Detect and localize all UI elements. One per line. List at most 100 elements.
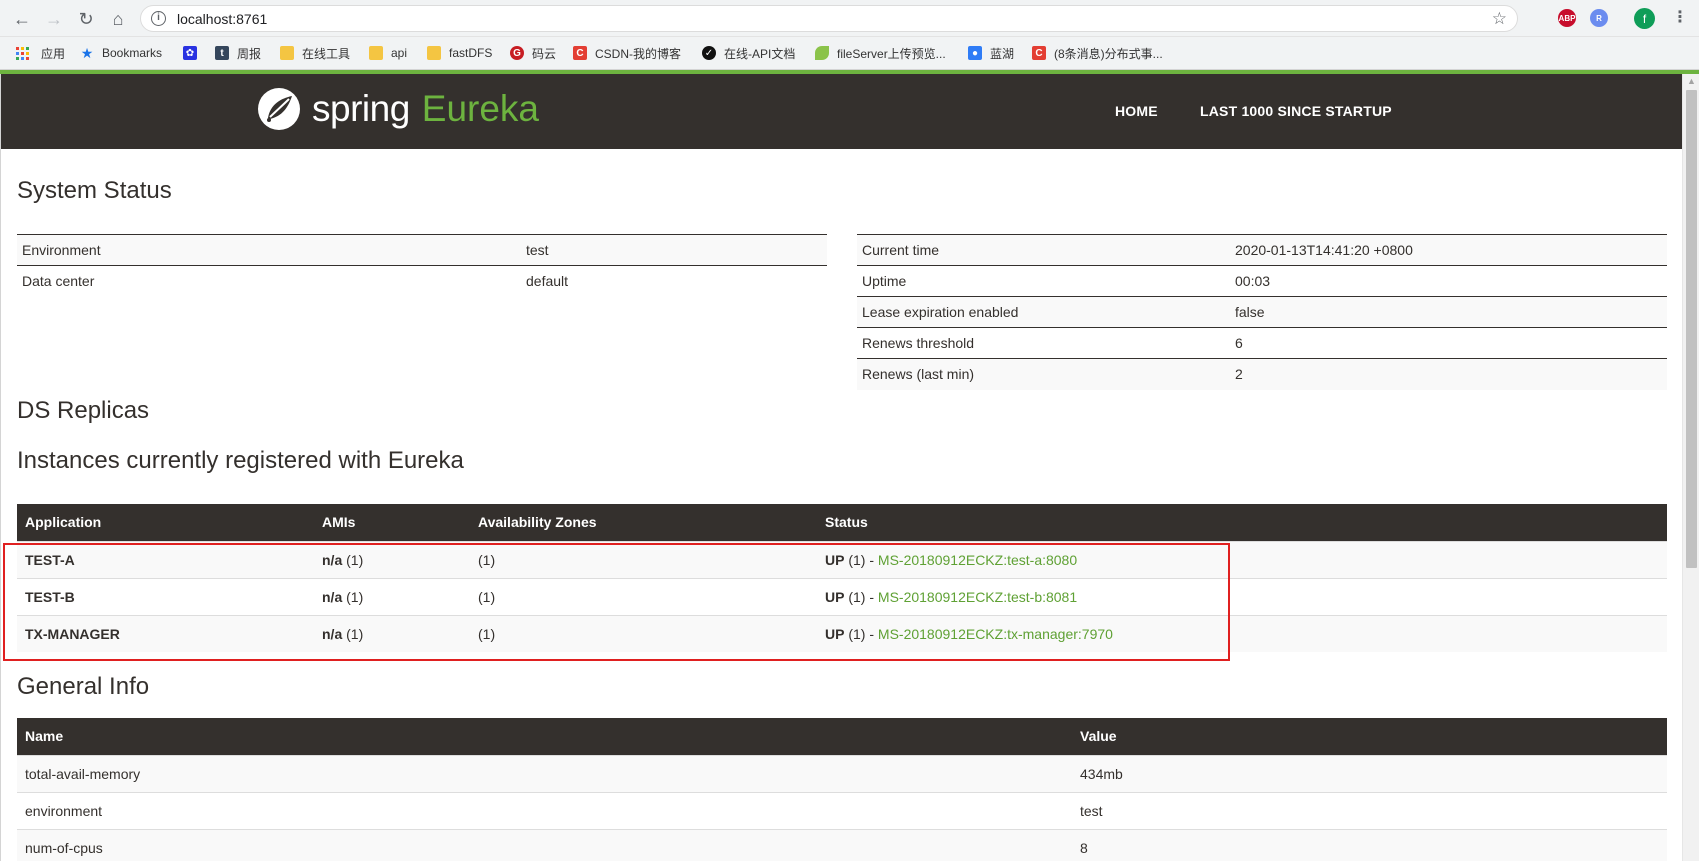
csdn-icon: C	[573, 46, 587, 60]
status-key: Lease expiration enabled	[857, 296, 1230, 328]
bookmark-label: (8条消息)分布式事...	[1054, 46, 1163, 61]
table-row: Data center default	[17, 265, 827, 297]
gitee-icon: G	[510, 46, 524, 60]
address-url[interactable]: localhost:8761	[177, 11, 267, 27]
scroll-up-arrow-icon[interactable]: ▲	[1687, 76, 1696, 86]
site-info-icon[interactable]: i	[151, 11, 166, 26]
profile-avatar[interactable]: f	[1634, 8, 1655, 29]
bookmark-csdn[interactable]: C CSDN-我的博客	[573, 44, 681, 62]
bookmark-fastdfs[interactable]: fastDFS	[427, 44, 492, 62]
csdn-icon: C	[1032, 46, 1046, 60]
spring-leaf-icon	[258, 88, 300, 130]
bookmark-label: 在线-API文档	[724, 46, 796, 61]
bookmark-csdn-distributed[interactable]: C (8条消息)分布式事...	[1032, 44, 1163, 62]
adblock-plus-icon[interactable]: ABP	[1558, 9, 1576, 27]
table-row: Lease expiration enabled false	[857, 296, 1667, 328]
general-info-title: General Info	[17, 673, 150, 700]
info-name: total-avail-memory	[17, 754, 1072, 792]
brand-spring: spring	[312, 88, 410, 129]
page-viewport: spring Eureka HOME LAST 1000 SINCE START…	[0, 74, 1682, 861]
table-row: Uptime 00:03	[857, 265, 1667, 297]
nav-home-link[interactable]: HOME	[1115, 103, 1158, 119]
folder-icon	[369, 46, 383, 60]
bookmark-online-tools[interactable]: 在线工具	[280, 44, 350, 62]
bookmark-lanhu[interactable]: ● 蓝湖	[968, 44, 1014, 62]
bookmark-label: 应用	[41, 46, 66, 61]
status-value: 2020-01-13T14:41:20 +0800	[1230, 234, 1667, 266]
bookmark-label: fastDFS	[449, 46, 493, 60]
bookmark-label: api	[391, 46, 408, 60]
home-icon[interactable]: ⌂	[106, 7, 130, 31]
info-name: num-of-cpus	[17, 828, 1072, 861]
reload-icon[interactable]: ↻	[74, 7, 98, 31]
bookmark-api-docs[interactable]: ✓ 在线-API文档	[702, 44, 795, 62]
info-name: environment	[17, 791, 1072, 829]
status-key: Environment	[17, 234, 521, 266]
browser-menu-icon[interactable]: ⋮	[1672, 7, 1688, 27]
system-status-left-table: Environment test Data center default	[17, 234, 827, 297]
brand-eureka: Eureka	[421, 88, 540, 129]
bookmark-label: Bookmarks	[102, 46, 163, 60]
bookmark-fileserver[interactable]: fileServer上传预览...	[815, 44, 946, 62]
column-header: Availability Zones	[470, 504, 817, 541]
column-header: Value	[1072, 718, 1667, 755]
bookmark-apps[interactable]: 应用	[16, 44, 65, 62]
column-header: Status	[817, 504, 1667, 541]
status-key: Renews threshold	[857, 327, 1230, 359]
page-scrollbar[interactable]: ▲	[1682, 74, 1699, 861]
api-doc-icon: ✓	[702, 46, 716, 60]
table-row: Renews threshold 6	[857, 327, 1667, 359]
bookmarks-bar: 应用 ★ Bookmarks ✿ t 周报 在线工具 api fastDFS G…	[0, 37, 1699, 70]
bookmark-label: 在线工具	[302, 46, 351, 61]
annotation-highlight-box	[3, 543, 1230, 661]
status-key: Renews (last min)	[857, 358, 1230, 390]
ds-replicas-title: DS Replicas	[17, 397, 150, 424]
bookmark-baidu[interactable]: ✿	[183, 44, 197, 62]
general-info-table: Name Value total-avail-memory 434mb envi…	[17, 718, 1667, 861]
apps-icon	[16, 46, 29, 60]
system-status-title: System Status	[17, 177, 172, 204]
bookmark-weekly[interactable]: t 周报	[215, 44, 261, 62]
folder-icon	[280, 46, 294, 60]
status-value: 2	[1230, 358, 1667, 390]
info-value: 434mb	[1072, 754, 1667, 792]
bookmark-label: 周报	[237, 46, 262, 61]
status-key: Data center	[17, 265, 521, 297]
nav-last-1000-link[interactable]: LAST 1000 SINCE STARTUP	[1200, 103, 1392, 119]
table-row: Renews (last min) 2	[857, 358, 1667, 390]
extension-r-icon[interactable]: R	[1590, 9, 1608, 27]
system-status-right-table: Current time 2020-01-13T14:41:20 +0800 U…	[857, 234, 1667, 390]
star-icon: ★	[80, 44, 94, 61]
table-header-row: Application AMIs Availability Zones Stat…	[17, 504, 1667, 541]
bookmark-api[interactable]: api	[369, 44, 407, 62]
spring-eureka-logo[interactable]: spring Eureka	[256, 85, 539, 133]
bookmark-star-icon[interactable]: ☆	[1492, 9, 1507, 29]
browser-toolbar: ← → ↻ ⌂ i localhost:8761 ☆ ABP R f ⋮	[0, 0, 1699, 37]
table-row: total-avail-memory 434mb	[17, 754, 1667, 792]
instances-title: Instances currently registered with Eure…	[17, 447, 464, 474]
eureka-navbar: spring Eureka HOME LAST 1000 SINCE START…	[1, 74, 1682, 149]
back-arrow-icon[interactable]: ←	[10, 7, 34, 31]
table-row: Environment test	[17, 234, 827, 266]
table-row: environment test	[17, 791, 1667, 829]
status-key: Uptime	[857, 265, 1230, 297]
status-key: Current time	[857, 234, 1230, 266]
status-value: false	[1230, 296, 1667, 328]
address-bar[interactable]: i localhost:8761 ☆	[140, 5, 1518, 32]
bookmark-bookmarks[interactable]: ★ Bookmarks	[80, 44, 162, 62]
bookmark-label: fileServer上传预览...	[837, 46, 946, 61]
bookmark-label: 码云	[532, 46, 557, 61]
info-value: test	[1072, 791, 1667, 829]
bookmark-gitee[interactable]: G 码云	[510, 44, 556, 62]
lanhu-icon: ●	[968, 46, 982, 60]
t-icon: t	[215, 46, 229, 60]
forward-arrow-icon[interactable]: →	[42, 7, 66, 31]
scrollbar-thumb[interactable]	[1686, 90, 1697, 568]
bookmark-label: CSDN-我的博客	[595, 46, 681, 61]
status-value: default	[521, 265, 827, 297]
status-value: 00:03	[1230, 265, 1667, 297]
status-value: 6	[1230, 327, 1667, 359]
info-value: 8	[1072, 828, 1667, 861]
folder-icon	[427, 46, 441, 60]
status-value: test	[521, 234, 827, 266]
